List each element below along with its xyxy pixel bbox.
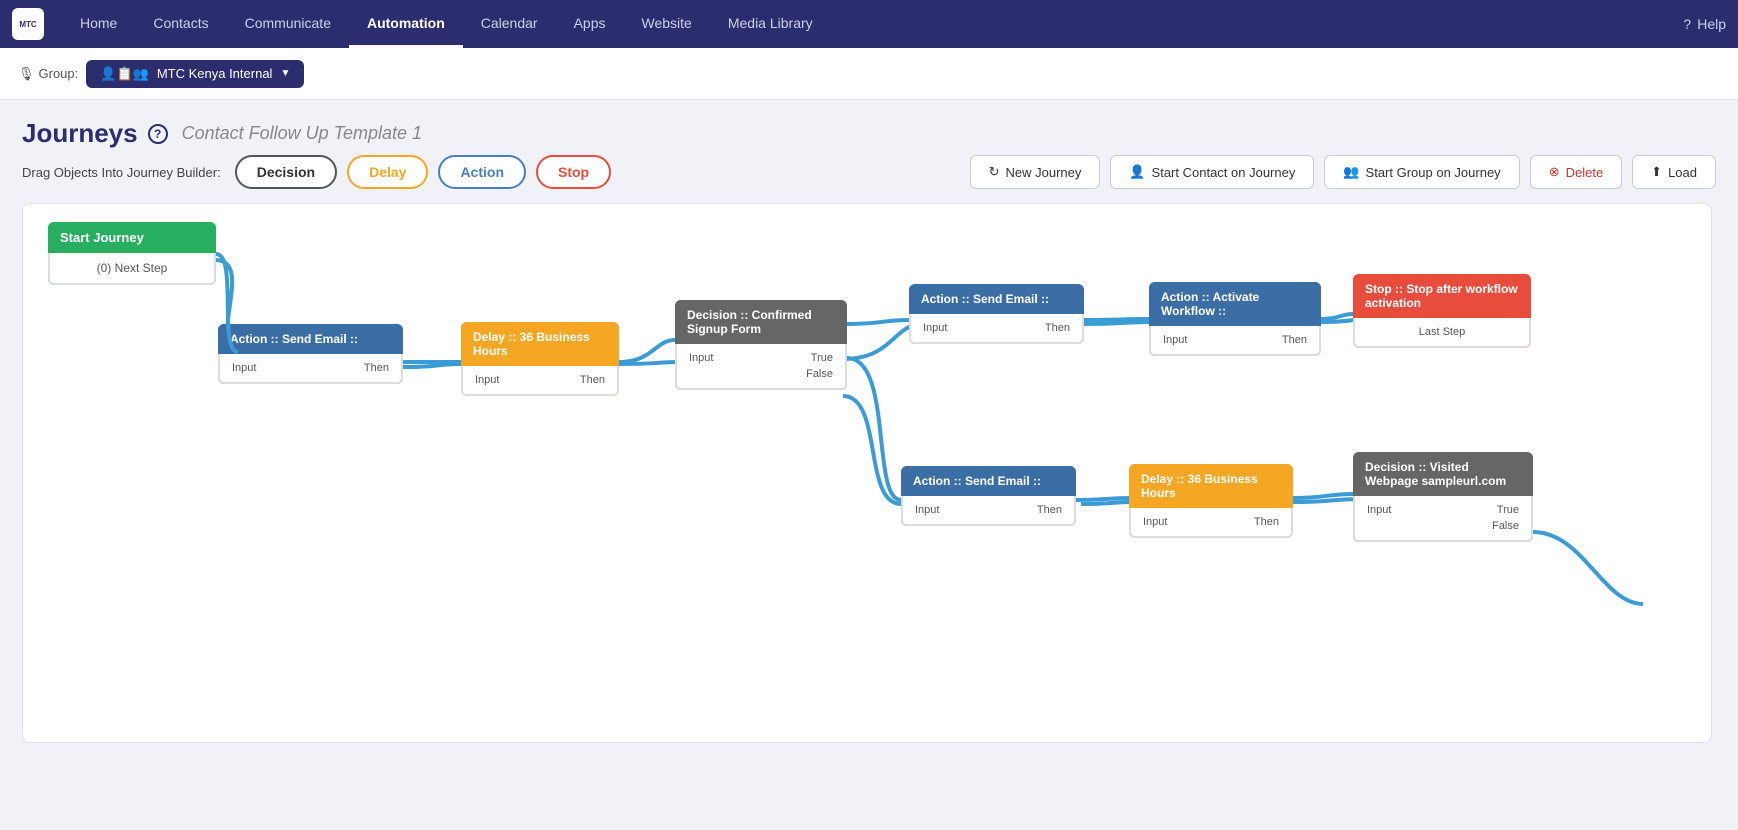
action1-then: Then (364, 362, 389, 374)
action-buttons-group: ↻ New Journey 👤 Start Contact on Journey… (970, 155, 1716, 189)
action1-header: Action :: Send Email :: (218, 324, 403, 354)
delay1-header: Delay :: 36 Business Hours (461, 322, 619, 366)
chevron-down-icon: ▼ (280, 68, 290, 79)
action2-ports: Input Then (909, 314, 1084, 344)
decision2-header: Decision :: Visited Webpage sampleurl.co… (1353, 452, 1533, 496)
action-drag-btn[interactable]: Action (438, 155, 526, 189)
delay2-then: Then (1254, 516, 1279, 528)
decision2-input: Input (1367, 504, 1391, 516)
decision1-input: Input (689, 352, 713, 364)
action3-then: Then (1282, 334, 1307, 346)
action3-node[interactable]: Action :: Activate Workflow :: Input The… (1149, 282, 1321, 356)
decision1-header: Decision :: Confirmed Signup Form (675, 300, 847, 344)
delete-button[interactable]: ⊗ Delete (1530, 155, 1622, 189)
delay2-input: Input (1143, 516, 1167, 528)
help-circle-icon[interactable]: ? (148, 124, 168, 144)
start-group-button[interactable]: 👥 Start Group on Journey (1324, 155, 1519, 189)
stop1-body: Last Step (1353, 318, 1531, 348)
journey-canvas[interactable]: Start Journey (0) Next Step Action :: Se… (22, 203, 1712, 743)
action4-header: Action :: Send Email :: (901, 466, 1076, 496)
nav-communicate[interactable]: Communicate (227, 0, 349, 48)
nav-automation[interactable]: Automation (349, 0, 463, 48)
action2-header: Action :: Send Email :: (909, 284, 1084, 314)
stop1-header: Stop :: Stop after workflow activation (1353, 274, 1531, 318)
help-icon: ? (1683, 16, 1691, 32)
group-icons: 👤📋👥 (100, 66, 149, 82)
action4-input: Input (915, 504, 939, 516)
action3-ports: Input Then (1149, 326, 1321, 356)
page-title-row: Journeys ? Contact Follow Up Template 1 (22, 118, 1716, 149)
page-title: Journeys (22, 118, 138, 149)
microphone-icon: 🎙 (18, 66, 35, 82)
refresh-icon: ↻ (989, 164, 1000, 180)
group-selector[interactable]: 👤📋👥 MTC Kenya Internal ▼ (86, 60, 304, 88)
toolbar-row: Drag Objects Into Journey Builder: Decis… (22, 155, 1716, 189)
nav-contacts[interactable]: Contacts (135, 0, 226, 48)
nav-logo: MTC (12, 8, 44, 40)
nav-media-library[interactable]: Media Library (710, 0, 831, 48)
drag-label: Drag Objects Into Journey Builder: (22, 165, 221, 180)
decision2-true: True (1497, 504, 1519, 516)
action2-then: Then (1045, 322, 1070, 334)
decision2-false: False (1492, 520, 1519, 532)
delay2-ports: Input Then (1129, 508, 1293, 538)
load-button[interactable]: ⬆ Load (1632, 155, 1716, 189)
delete-icon: ⊗ (1549, 164, 1560, 180)
start-journey-header: Start Journey (48, 222, 216, 253)
group-bar: 🎙 Group: 👤📋👥 MTC Kenya Internal ▼ (0, 48, 1738, 100)
start-contact-button[interactable]: 👤 Start Contact on Journey (1110, 155, 1314, 189)
group-label: 🎙 Group: (18, 66, 78, 82)
action1-ports: Input Then (218, 354, 403, 384)
action2-input: Input (923, 322, 947, 334)
decision-drag-btn[interactable]: Decision (235, 155, 337, 189)
nav-calendar[interactable]: Calendar (463, 0, 556, 48)
top-nav: MTC Home Contacts Communicate Automation… (0, 0, 1738, 48)
contact-icon: 👤 (1129, 164, 1145, 180)
delay2-header: Delay :: 36 Business Hours (1129, 464, 1293, 508)
delay-drag-btn[interactable]: Delay (347, 155, 428, 189)
start-journey-node[interactable]: Start Journey (0) Next Step (48, 222, 216, 285)
delay1-node[interactable]: Delay :: 36 Business Hours Input Then (461, 322, 619, 396)
decision1-ports: Input True False (675, 344, 847, 390)
drag-objects-section: Drag Objects Into Journey Builder: Decis… (22, 155, 611, 189)
action3-header: Action :: Activate Workflow :: (1149, 282, 1321, 326)
nav-apps[interactable]: Apps (556, 0, 624, 48)
group-icon: 👥 (1343, 164, 1359, 180)
delay1-then: Then (580, 374, 605, 386)
delay2-node[interactable]: Delay :: 36 Business Hours Input Then (1129, 464, 1293, 538)
delay1-ports: Input Then (461, 366, 619, 396)
action1-node[interactable]: Action :: Send Email :: Input Then (218, 324, 403, 384)
nav-help[interactable]: ? Help (1683, 16, 1726, 32)
start-journey-body: (0) Next Step (48, 253, 216, 285)
action4-ports: Input Then (901, 496, 1076, 526)
decision1-true: True (811, 352, 833, 364)
stop1-node[interactable]: Stop :: Stop after workflow activation L… (1353, 274, 1531, 348)
action3-input: Input (1163, 334, 1187, 346)
action2-node[interactable]: Action :: Send Email :: Input Then (909, 284, 1084, 344)
new-journey-button[interactable]: ↻ New Journey (970, 155, 1101, 189)
stop-drag-btn[interactable]: Stop (536, 155, 611, 189)
action1-input: Input (232, 362, 256, 374)
decision2-node[interactable]: Decision :: Visited Webpage sampleurl.co… (1353, 452, 1533, 542)
page-subtitle: Contact Follow Up Template 1 (182, 123, 422, 144)
nav-items: Home Contacts Communicate Automation Cal… (62, 0, 831, 48)
action4-then: Then (1037, 504, 1062, 516)
decision1-node[interactable]: Decision :: Confirmed Signup Form Input … (675, 300, 847, 390)
decision2-ports: Input True False (1353, 496, 1533, 542)
nav-home[interactable]: Home (62, 0, 135, 48)
delay1-input: Input (475, 374, 499, 386)
decision1-false: False (806, 368, 833, 380)
nav-website[interactable]: Website (624, 0, 710, 48)
page-content: Journeys ? Contact Follow Up Template 1 … (0, 100, 1738, 761)
action4-node[interactable]: Action :: Send Email :: Input Then (901, 466, 1076, 526)
upload-icon: ⬆ (1651, 164, 1662, 180)
